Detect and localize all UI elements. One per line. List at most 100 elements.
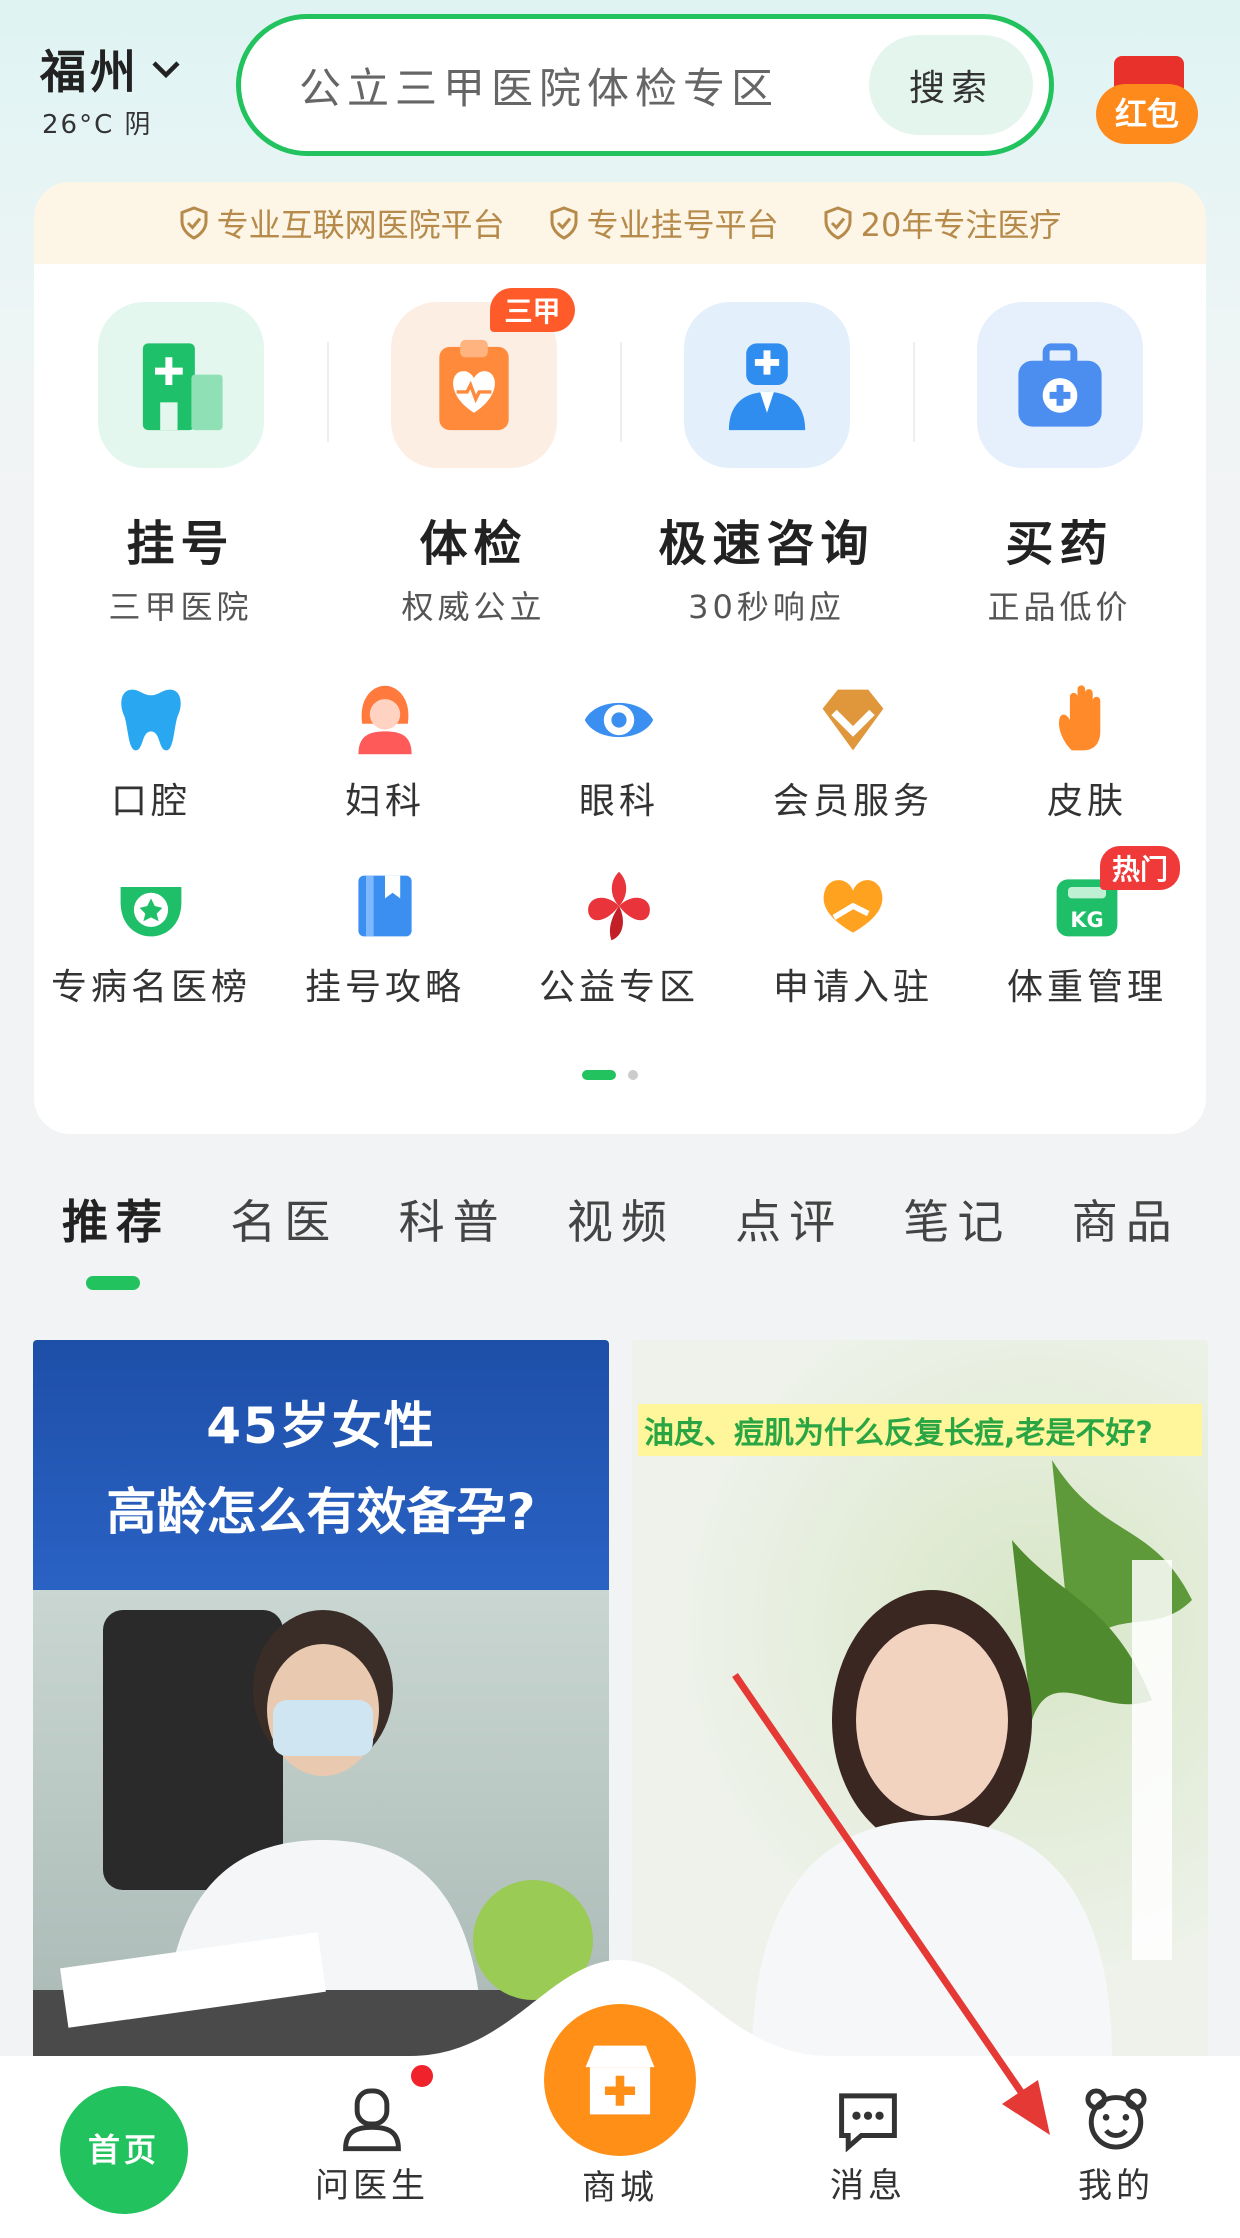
nav-home[interactable]: 首页 xyxy=(60,2086,188,2214)
nav-messages[interactable]: 消息 xyxy=(788,2056,948,2238)
tab-label: 推荐 xyxy=(62,1195,170,1249)
heart-hand-icon xyxy=(815,868,891,944)
tab-label: 视频 xyxy=(566,1195,675,1249)
message-icon xyxy=(839,2093,897,2153)
dept-dental[interactable]: 口腔 xyxy=(34,682,268,868)
feed-card[interactable]: 油皮、痘肌为什么反复长痘,老是不好? xyxy=(632,1340,1208,2060)
service-title: 极速咨询 xyxy=(658,516,875,572)
woman-icon xyxy=(347,682,423,758)
page-dot[interactable] xyxy=(628,1070,638,1080)
nav-mall[interactable] xyxy=(544,2004,696,2156)
dept-charity[interactable]: 公益专区 xyxy=(502,868,736,1054)
charity-icon xyxy=(581,868,657,944)
services-card: 专业互联网医院平台 专业挂号平台 20年专注医疗 挂号 三甲医院 三甲 体检 权… xyxy=(34,182,1206,1134)
service-title: 买药 xyxy=(1005,516,1114,572)
city-selector[interactable]: 福州 xyxy=(40,36,184,102)
nav-mine[interactable]: 我的 xyxy=(1036,2056,1196,2238)
page-indicator xyxy=(582,1070,638,1080)
service-checkup[interactable]: 三甲 体检 权威公立 xyxy=(327,288,620,626)
tab-label: 科普 xyxy=(398,1195,507,1249)
shield-check-icon xyxy=(550,206,578,240)
department-grid: 口腔 妇科 眼科 会员服务 皮肤 专病名医榜 挂号攻略 公益专区 申请入驻 KG… xyxy=(34,682,1206,1054)
trust-bar: 专业互联网医院平台 专业挂号平台 20年专注医疗 xyxy=(34,182,1206,264)
nav-label: 我的 xyxy=(1078,2166,1154,2206)
service-subtitle: 三甲医院 xyxy=(108,588,253,626)
dept-label: 体重管理 xyxy=(1006,967,1167,1008)
svg-text:KG: KG xyxy=(1070,908,1103,932)
dept-membership[interactable]: 会员服务 xyxy=(736,682,970,868)
dept-apply-join[interactable]: 申请入驻 xyxy=(736,868,970,1054)
nav-label: 消息 xyxy=(830,2166,906,2206)
tab-products[interactable]: 商品 xyxy=(1072,1186,1240,1306)
city-name: 福州 xyxy=(40,45,140,99)
dept-label: 妇科 xyxy=(344,781,425,822)
tab-label: 名医 xyxy=(230,1195,339,1249)
tab-notes[interactable]: 笔记 xyxy=(903,1186,1071,1306)
dept-label: 专病名医榜 xyxy=(50,967,251,1008)
trust-item: 20年专注医疗 xyxy=(823,200,1062,246)
service-subtitle: 权威公立 xyxy=(401,588,546,626)
trust-label: 20年专注医疗 xyxy=(860,206,1062,244)
dept-label: 挂号攻略 xyxy=(304,967,465,1008)
feed-cover-banner: 45岁女性 高龄怎么有效备孕? xyxy=(33,1340,609,1590)
service-consult[interactable]: 极速咨询 30秒响应 xyxy=(620,302,913,626)
book-icon xyxy=(347,868,423,944)
weather-text: 26°C 阴 xyxy=(42,110,153,140)
doctor-avatar-icon xyxy=(343,2088,401,2152)
dept-weight-management[interactable]: KG 热门 体重管理 xyxy=(970,846,1204,1054)
dept-label: 眼科 xyxy=(578,781,659,822)
tab-famous-doctors[interactable]: 名医 xyxy=(230,1186,398,1306)
dept-ophthalmology[interactable]: 眼科 xyxy=(502,682,736,868)
grid-row: 口腔 妇科 眼科 会员服务 皮肤 xyxy=(34,682,1206,868)
dept-register-guide[interactable]: 挂号攻略 xyxy=(268,868,502,1054)
dept-label: 公益专区 xyxy=(538,967,699,1008)
diamond-icon xyxy=(815,682,891,758)
tab-label: 商品 xyxy=(1071,1195,1180,1249)
trust-label: 专业挂号平台 xyxy=(586,206,779,244)
clipboard-heart-icon: 三甲 xyxy=(390,288,575,468)
notification-dot xyxy=(408,2062,436,2090)
dept-label: 皮肤 xyxy=(1046,781,1127,822)
red-packet-button[interactable]: 红包 xyxy=(1096,56,1198,148)
feed-card[interactable]: 45岁女性 高龄怎么有效备孕? xyxy=(33,1340,609,2060)
header: 福州 26°C 阴 公立三甲医院体检专区 搜索 红包 xyxy=(0,0,1240,180)
service-subtitle: 30秒响应 xyxy=(688,588,845,626)
chevron-down-icon xyxy=(152,61,180,79)
shield-check-icon xyxy=(824,206,852,240)
shield-check-icon xyxy=(180,206,208,240)
main-services: 挂号 三甲医院 三甲 体检 权威公立 极速咨询 30秒响应 买药 正品低价 xyxy=(34,288,1206,626)
search-button[interactable]: 搜索 xyxy=(869,35,1033,135)
red-packet-label: 红包 xyxy=(1096,84,1198,144)
tab-video[interactable]: 视频 xyxy=(567,1186,735,1306)
feed-title-line1: 45岁女性 xyxy=(206,1397,436,1455)
trust-item: 专业挂号平台 xyxy=(549,200,779,246)
service-register[interactable]: 挂号 三甲医院 xyxy=(34,302,327,626)
page-dot-active xyxy=(582,1070,616,1080)
search-input[interactable]: 公立三甲医院体检专区 xyxy=(299,55,869,116)
service-title: 体检 xyxy=(419,516,528,572)
tab-science[interactable]: 科普 xyxy=(399,1186,567,1306)
doctor-icon xyxy=(683,302,850,468)
nav-label: 商城 xyxy=(582,2168,658,2208)
feed-title: 油皮、痘肌为什么反复长痘,老是不好? xyxy=(638,1404,1202,1456)
service-medicine[interactable]: 买药 正品低价 xyxy=(913,302,1206,626)
tab-label: 点评 xyxy=(735,1195,844,1249)
shop-icon xyxy=(585,2045,655,2115)
nav-label: 问医生 xyxy=(315,2166,429,2206)
search-bar[interactable]: 公立三甲医院体检专区 搜索 xyxy=(236,14,1054,156)
dept-label: 申请入驻 xyxy=(772,967,933,1008)
service-subtitle: 正品低价 xyxy=(987,588,1132,626)
tab-reviews[interactable]: 点评 xyxy=(735,1186,903,1306)
tab-recommend[interactable]: 推荐 xyxy=(62,1186,230,1306)
trust-item: 专业互联网医院平台 xyxy=(179,200,505,246)
dept-label: 口腔 xyxy=(110,781,191,822)
dept-gynecology[interactable]: 妇科 xyxy=(268,682,502,868)
eye-icon xyxy=(581,682,657,758)
tab-active-indicator xyxy=(86,1276,140,1290)
grid-row: 专病名医榜 挂号攻略 公益专区 申请入驻 KG 热门 体重管理 xyxy=(34,846,1206,1054)
dept-dermatology[interactable]: 皮肤 xyxy=(970,682,1204,868)
dept-top-doctors[interactable]: 专病名医榜 xyxy=(34,868,268,1054)
tab-label: 笔记 xyxy=(903,1195,1012,1249)
tooth-icon xyxy=(113,682,189,758)
hot-badge: 热门 xyxy=(1100,846,1181,890)
